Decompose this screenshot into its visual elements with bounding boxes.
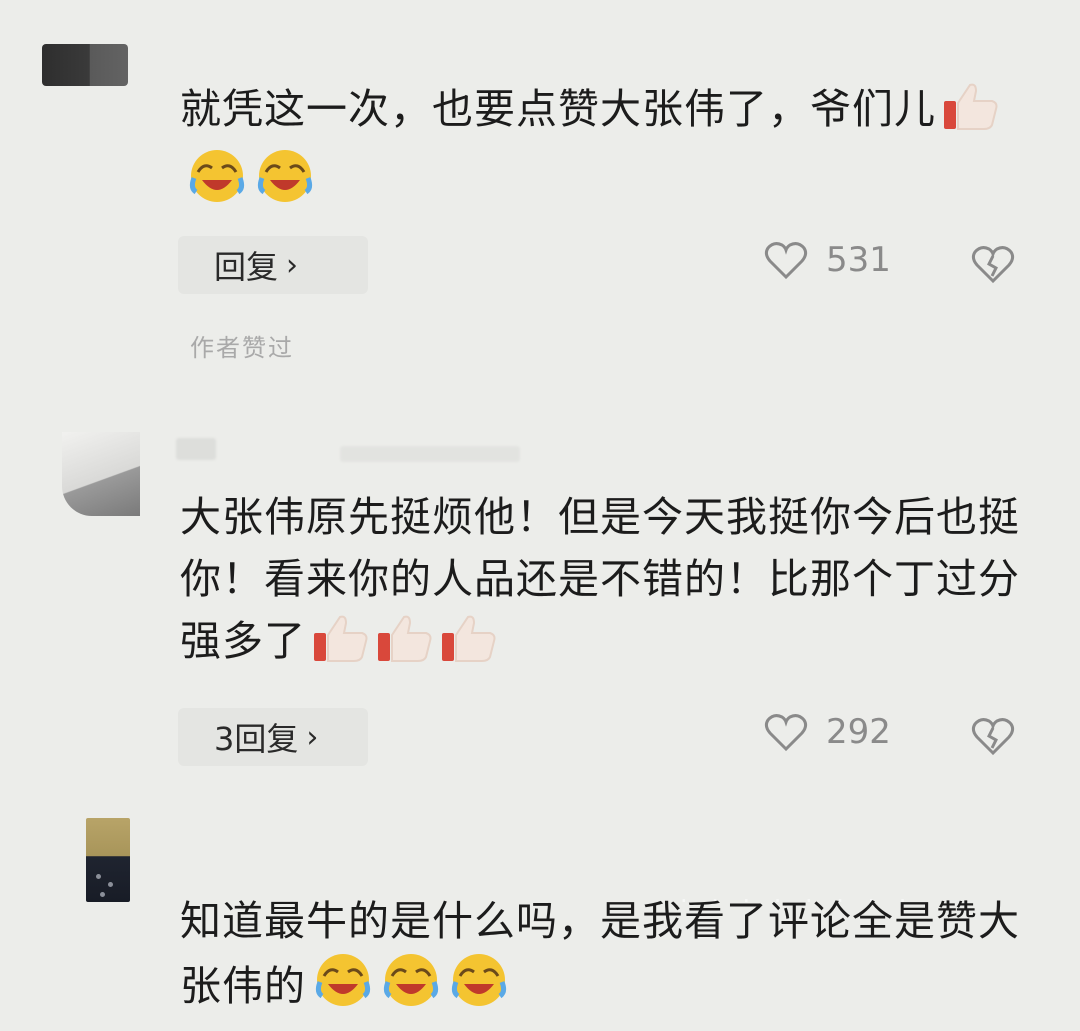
- laugh-cry-emoji-icon: [448, 952, 510, 1025]
- thumbs-up-emoji-icon: [312, 613, 370, 680]
- like-button[interactable]: 292: [764, 712, 891, 752]
- laugh-cry-emoji-icon: [312, 952, 374, 1025]
- comment-body: 就凭这一次，也要点赞大张伟了，爷们儿: [180, 85, 936, 133]
- reply-label: 3回复: [214, 720, 299, 758]
- like-count: 531: [826, 240, 891, 280]
- avatar[interactable]: [86, 818, 130, 902]
- broken-heart-icon: [970, 246, 1016, 288]
- avatar[interactable]: [62, 432, 140, 516]
- chevron-right-icon: ›: [306, 719, 319, 755]
- heart-outline-icon: [764, 240, 808, 280]
- broken-heart-icon: [970, 718, 1016, 760]
- reply-button[interactable]: 回复 ›: [178, 236, 368, 294]
- comment-text: 就凭这一次，也要点赞大张伟了，爷们儿: [180, 78, 1010, 221]
- chevron-right-icon: ›: [286, 247, 299, 283]
- thumbs-up-emoji-icon: [376, 613, 434, 680]
- like-count: 292: [826, 712, 891, 752]
- thumbs-up-emoji-icon: [440, 613, 498, 680]
- laugh-cry-emoji-icon: [380, 952, 442, 1025]
- dislike-button[interactable]: [970, 716, 1016, 760]
- like-button[interactable]: 531: [764, 240, 891, 280]
- laugh-cry-emoji-icon: [186, 148, 248, 221]
- timestamp-redacted: [340, 446, 520, 462]
- comment-text: 大张伟原先挺烦他！但是今天我挺你今后也挺你！看来你的人品还是不错的！比那个丁过分…: [180, 486, 1020, 680]
- username-redacted: [176, 438, 216, 460]
- avatar[interactable]: [42, 44, 128, 86]
- dislike-button[interactable]: [970, 244, 1016, 288]
- reply-button[interactable]: 3回复 ›: [178, 708, 368, 766]
- comment-text: 知道最牛的是什么吗，是我看了评论全是赞大张伟的: [180, 890, 1020, 1025]
- comment-body: 大张伟原先挺烦他！但是今天我挺你今后也挺你！看来你的人品还是不错的！比那个丁过分…: [180, 493, 1020, 665]
- heart-outline-icon: [764, 712, 808, 752]
- comment-body: 知道最牛的是什么吗，是我看了评论全是赞大张伟的: [180, 897, 1020, 1010]
- reply-label: 回复: [214, 248, 279, 286]
- laugh-cry-emoji-icon: [254, 148, 316, 221]
- author-liked-label: 作者赞过: [190, 334, 294, 362]
- thumbs-up-emoji-icon: [942, 81, 1000, 148]
